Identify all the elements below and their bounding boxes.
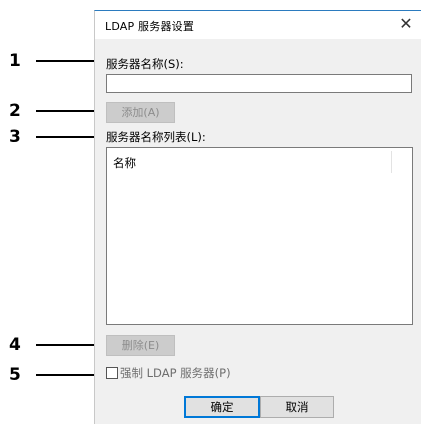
cancel-button[interactable]: 取消 bbox=[260, 396, 334, 418]
force-ldap-checkbox[interactable] bbox=[106, 367, 118, 379]
ldap-settings-dialog: LDAP 服务器设置 ✕ 服务器名称(S): 添加(A) 服务器名称列表(L):… bbox=[94, 10, 421, 424]
close-icon[interactable]: ✕ bbox=[395, 13, 417, 35]
callout-number: 2 bbox=[9, 101, 21, 121]
delete-button[interactable]: 删除(E) bbox=[106, 335, 175, 356]
title-bar: LDAP 服务器设置 ✕ bbox=[95, 11, 421, 39]
list-column-header-name[interactable]: 名称 bbox=[113, 155, 136, 171]
dialog-title: LDAP 服务器设置 bbox=[105, 20, 195, 33]
add-button[interactable]: 添加(A) bbox=[106, 102, 175, 123]
server-list-label: 服务器名称列表(L): bbox=[106, 130, 206, 144]
callout-number: 3 bbox=[9, 127, 21, 147]
callout-number: 5 bbox=[9, 365, 21, 385]
server-name-label: 服务器名称(S): bbox=[106, 57, 184, 71]
column-divider bbox=[391, 151, 392, 173]
server-name-list[interactable]: 名称 bbox=[106, 147, 413, 325]
callout-number: 4 bbox=[9, 335, 21, 355]
ok-button[interactable]: 确定 bbox=[184, 396, 260, 418]
server-name-input[interactable] bbox=[106, 74, 412, 93]
force-ldap-label[interactable]: 强制 LDAP 服务器(P) bbox=[120, 365, 231, 381]
callout-number: 1 bbox=[9, 51, 21, 71]
